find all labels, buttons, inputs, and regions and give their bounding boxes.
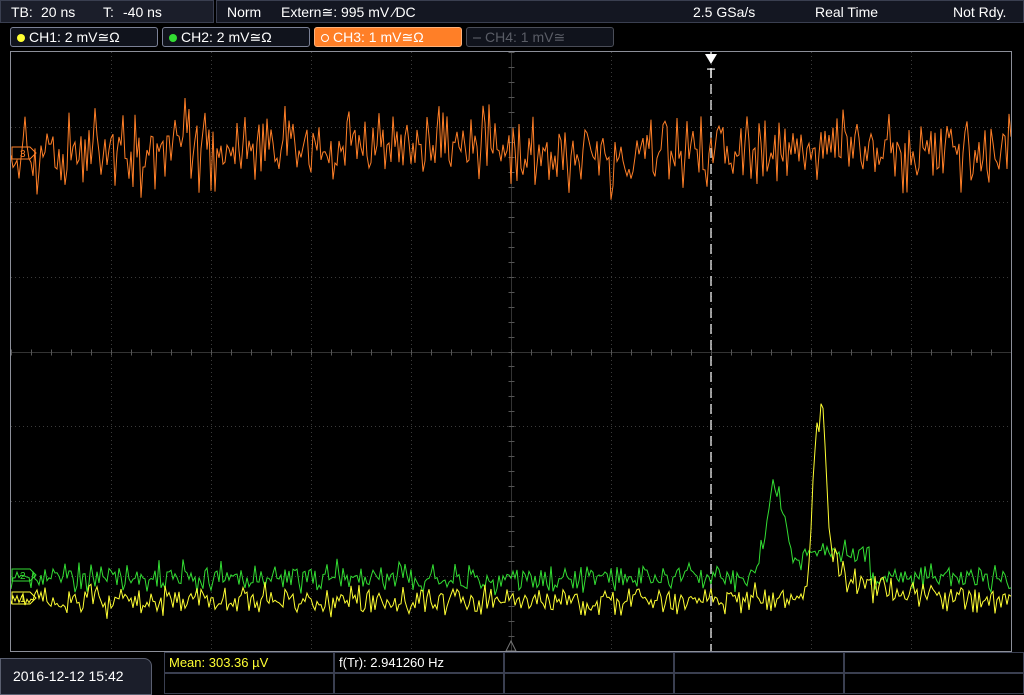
trigger-panel[interactable]: Norm Extern≅: 995 mV ⁄DC 2.5 GSa/s Real …: [216, 0, 1024, 23]
ch4-off-indicator: [473, 37, 481, 39]
measurement-slot-6[interactable]: [164, 673, 334, 694]
ch1-color-dot: [17, 34, 25, 42]
ch1-marker-label: 1: [20, 594, 26, 605]
graticule: [11, 52, 1011, 651]
measurement-panel[interactable]: Mean: 303.36 µV f(Tr): 2.941260 Hz: [164, 652, 1024, 695]
measurement-slot-3[interactable]: [504, 652, 674, 673]
ch3-offset-marker[interactable]: 3: [11, 146, 37, 160]
trigger-frequency-measurement[interactable]: f(Tr): 2.941260 Hz: [334, 652, 504, 673]
trigger-mode: Norm: [227, 4, 262, 20]
mean-measurement[interactable]: Mean: 303.36 µV: [164, 652, 334, 673]
measurement-slot-7[interactable]: [334, 673, 504, 694]
ch2-color-dot: [169, 34, 177, 42]
channel-tab-ch3[interactable]: CH3: 1 mV≅Ω: [314, 27, 462, 47]
trigger-time-label: T:: [103, 4, 114, 20]
ch3-label: CH3: 1 mV≅Ω: [333, 29, 424, 45]
measurement-slot-4[interactable]: [674, 652, 844, 673]
sample-rate: 2.5 GSa/s: [693, 4, 756, 20]
trigger-time-value: -40 ns: [123, 4, 162, 20]
channel-tabs: CH1: 2 mV≅Ω CH2: 2 mV≅Ω CH3: 1 mV≅Ω CH4:…: [0, 26, 1024, 48]
ch1-label: CH1: 2 mV≅Ω: [29, 29, 120, 45]
footer-bar: 2016-12-12 15:42 Mean: 303.36 µV f(Tr): …: [0, 652, 1024, 695]
ch2-label: CH2: 2 mV≅Ω: [181, 29, 272, 45]
measurement-slot-9[interactable]: [674, 673, 844, 694]
ch3-color-dot: [321, 34, 329, 42]
trigger-status: Not Rdy.: [953, 4, 1007, 20]
status-bar: TB: 20 ns T: -40 ns Norm Extern≅: 995 mV…: [0, 0, 1024, 24]
trigger-marker-label: T: [707, 65, 716, 81]
timebase-label: TB:: [11, 4, 33, 20]
acquisition-mode: Real Time: [815, 4, 879, 20]
measurement-slot-8[interactable]: [504, 673, 674, 694]
channel-tab-ch1[interactable]: CH1: 2 mV≅Ω: [10, 27, 158, 47]
waveform-svg: T 3 2 1: [11, 52, 1011, 651]
channel-tab-ch4[interactable]: CH4: 1 mV≅: [466, 27, 614, 47]
channel-tab-ch2[interactable]: CH2: 2 mV≅Ω: [162, 27, 310, 47]
ch2-marker-label: 2: [20, 571, 26, 582]
ch3-marker-label: 3: [20, 149, 26, 160]
timebase-value: 20 ns: [41, 4, 76, 20]
trigger-position-arrow-icon: [705, 54, 717, 64]
trigger-source: Extern≅: 995 mV ⁄DC: [281, 4, 416, 20]
timebase-panel[interactable]: TB: 20 ns T: -40 ns: [0, 0, 214, 23]
datetime-display: 2016-12-12 15:42: [0, 658, 152, 695]
measurement-slot-10[interactable]: [844, 673, 1024, 694]
waveform-display[interactable]: T 3 2 1: [10, 51, 1012, 652]
ch4-label: CH4: 1 mV≅: [485, 29, 566, 45]
measurement-slot-5[interactable]: [844, 652, 1024, 673]
